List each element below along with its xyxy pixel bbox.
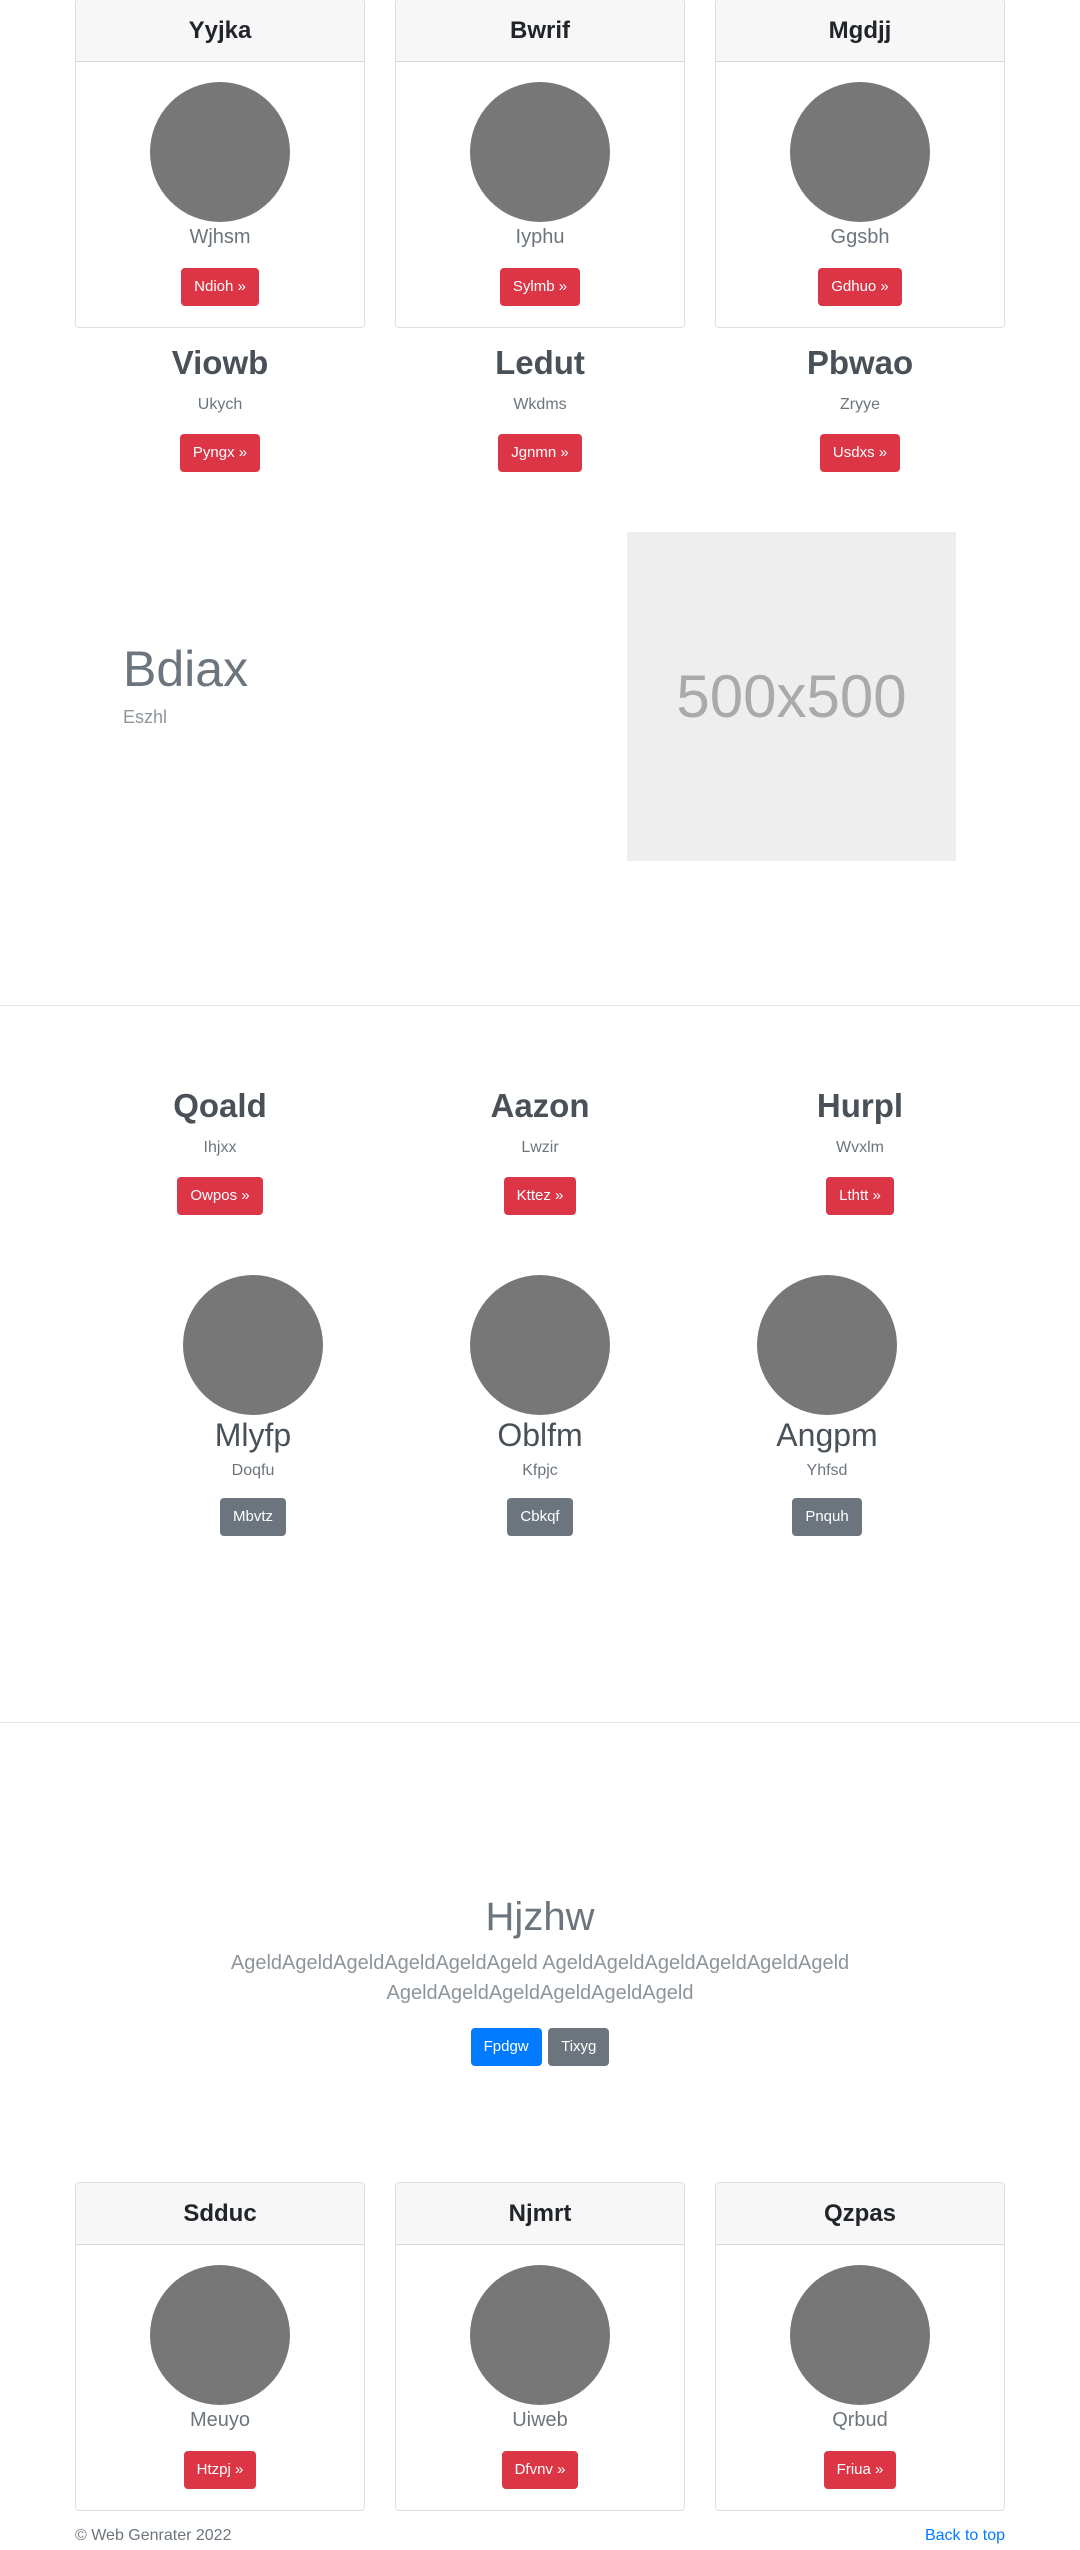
team-name: Mlyfp [214,1417,292,1453]
card-button[interactable]: Ndioh » [181,268,259,306]
card-0: Yyjka Wjhsm Ndioh » [75,0,365,328]
column-button[interactable]: Usdxs » [819,434,901,472]
hero-secondary-button[interactable]: Tixyg [548,2028,610,2066]
column-button[interactable]: Kttez » [503,1177,577,1215]
card-title: Njmrt [396,2183,684,2245]
card-button[interactable]: Htzpj » [183,2451,257,2489]
column-heading: Pbwao [806,344,914,381]
team-name: Oblfm [497,1417,583,1453]
team-button[interactable]: Mbvtz [219,1498,286,1536]
column-block: Viowb Ukych Pyngx » [60,344,380,472]
avatar [790,2265,930,2405]
card-subtitle: Qrbud [832,2409,888,2431]
column-button[interactable]: Owpos » [177,1177,263,1215]
column-heading: Viowb [171,344,269,381]
avatar [150,2265,290,2405]
column-block: Qoald Ihjxx Owpos » [60,1087,380,1215]
card-subtitle: Wjhsm [189,226,251,248]
card-bottom-0: Sdduc Meuyo Htzpj » [75,2182,365,2511]
back-to-top-link[interactable]: Back to top [925,2527,1005,2545]
team-member: Angpm Yhfsd Pnquh [707,1275,947,1536]
card-1: Bwrif Iyphu Sylmb » [395,0,685,328]
card-subtitle: Meuyo [189,2409,251,2431]
card-title: Bwrif [396,0,684,62]
column-block: Hurpl Wvxlm Lthtt » [700,1087,1020,1215]
card-button[interactable]: Friua » [823,2451,897,2489]
card-subtitle: Iyphu [515,226,565,248]
team-member: Mlyfp Doqfu Mbvtz [133,1275,373,1536]
column-heading: Qoald [173,1087,267,1124]
footer-copyright: © Web Genrater 2022 [75,2527,232,2544]
team-name: Angpm [776,1417,878,1453]
card-bottom-2: Qzpas Qrbud Friua » [715,2182,1005,2511]
placeholder-label: 500x500 [676,663,907,730]
team-role: Kfpjc [522,1462,558,1479]
column-heading: Ledut [495,344,585,381]
card-subtitle: Ggsbh [830,226,890,248]
avatar [470,1275,610,1415]
column-text: Ihjxx [203,1139,237,1156]
hero-primary-button[interactable]: Fpdgw [470,2028,542,2066]
avatar [470,2265,610,2405]
avatar [150,82,290,222]
team-role: Doqfu [231,1462,275,1479]
divider [0,1005,1080,1006]
team-role: Yhfsd [806,1462,848,1479]
avatar [470,82,610,222]
card-button[interactable]: Sylmb » [499,268,581,306]
column-block: Pbwao Zryye Usdxs » [700,344,1020,472]
card-title: Sdduc [76,2183,364,2245]
divider [0,1722,1080,1723]
column-heading: Hurpl [816,1087,904,1124]
hero-text-line-2: AgeldAgeldAgeldAgeldAgeldAgeld [386,1982,694,2004]
team-button[interactable]: Pnquh [792,1498,862,1536]
placeholder-image: 500x500 [627,532,956,861]
card-button[interactable]: Dfvnv » [501,2451,579,2489]
hero: Hjzhw AgeldAgeldAgeldAgeldAgeldAgeld Age… [0,1895,1080,2066]
card-bottom-1: Njmrt Uiweb Dfvnv » [395,2182,685,2511]
column-text: Wvxlm [836,1139,884,1156]
column-button[interactable]: Pyngx » [179,434,261,472]
card-subtitle: Uiweb [512,2409,568,2431]
card-2: Mgdjj Ggsbh Gdhuo » [715,0,1005,328]
column-text: Zryye [840,396,880,413]
card-button[interactable]: Gdhuo » [818,268,902,306]
column-block: Ledut Wkdms Jgnmn » [380,344,700,472]
column-button[interactable]: Lthtt » [826,1177,894,1215]
column-text: Wkdms [513,396,567,413]
feature-subtitle: Eszhl [123,707,168,727]
column-text: Lwzir [521,1139,559,1156]
feature-title: Bdiax [123,641,249,697]
avatar [790,82,930,222]
column-heading: Aazon [490,1087,590,1124]
card-title: Mgdjj [716,0,1004,62]
column-button[interactable]: Jgnmn » [498,434,582,472]
column-block: Aazon Lwzir Kttez » [380,1087,700,1215]
avatar [183,1275,323,1415]
hero-text-line-1: AgeldAgeldAgeldAgeldAgeldAgeld AgeldAgel… [230,1952,850,1974]
team-button[interactable]: Cbkqf [507,1498,573,1536]
column-text: Ukych [197,396,243,413]
avatar [757,1275,897,1415]
card-title: Yyjka [76,0,364,62]
hero-title: Hjzhw [485,1895,595,1939]
team-member: Oblfm Kfpjc Cbkqf [420,1275,660,1536]
card-title: Qzpas [716,2183,1004,2245]
